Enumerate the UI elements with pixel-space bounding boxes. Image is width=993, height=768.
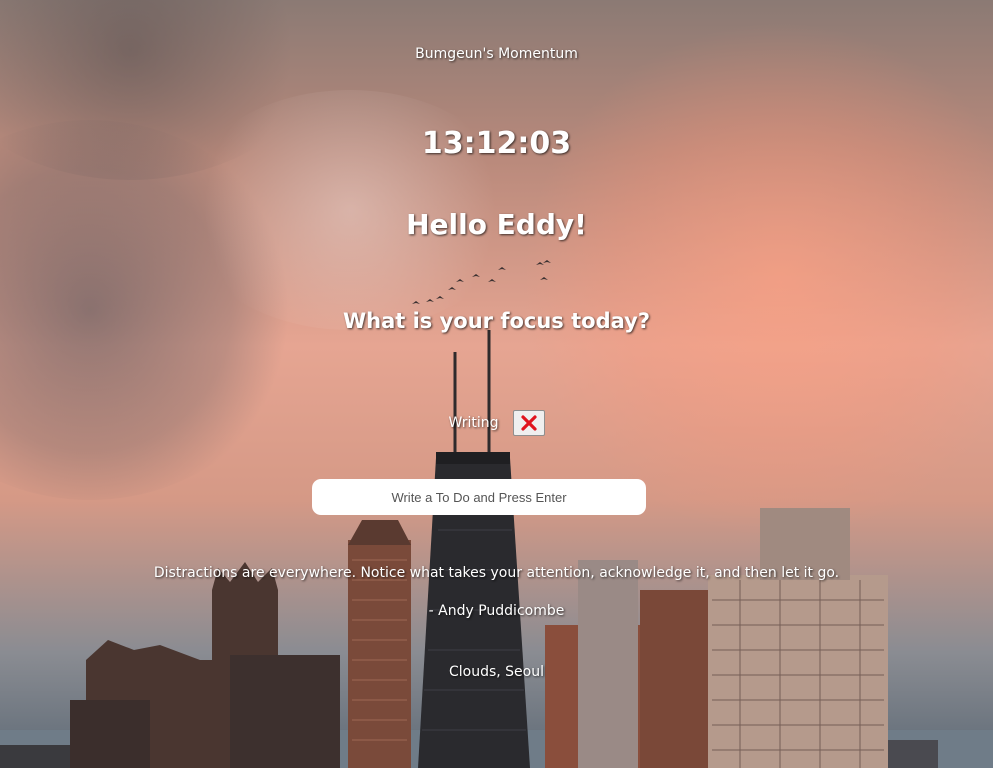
background-photo bbox=[0, 0, 993, 768]
birds-image bbox=[412, 260, 551, 304]
clock-time: 13:12:03 bbox=[421, 126, 572, 161]
greeting-text: Hello Eddy! bbox=[406, 208, 587, 241]
focus-question: What is your focus today? bbox=[342, 309, 651, 333]
todo-item-text: Writing bbox=[448, 415, 499, 431]
weather-location: Clouds, Seoul bbox=[448, 664, 544, 680]
quote-author: - Andy Puddicombe bbox=[428, 603, 565, 619]
app-title: Bumgeun's Momentum bbox=[415, 46, 578, 62]
todo-input[interactable] bbox=[312, 479, 646, 515]
quote-text: Distractions are everywhere. Notice what… bbox=[153, 565, 840, 581]
city-skyline-image bbox=[0, 260, 993, 768]
todo-list-item: Writing bbox=[0, 410, 993, 436]
delete-todo-button[interactable] bbox=[512, 410, 545, 436]
red-x-icon bbox=[520, 415, 537, 431]
